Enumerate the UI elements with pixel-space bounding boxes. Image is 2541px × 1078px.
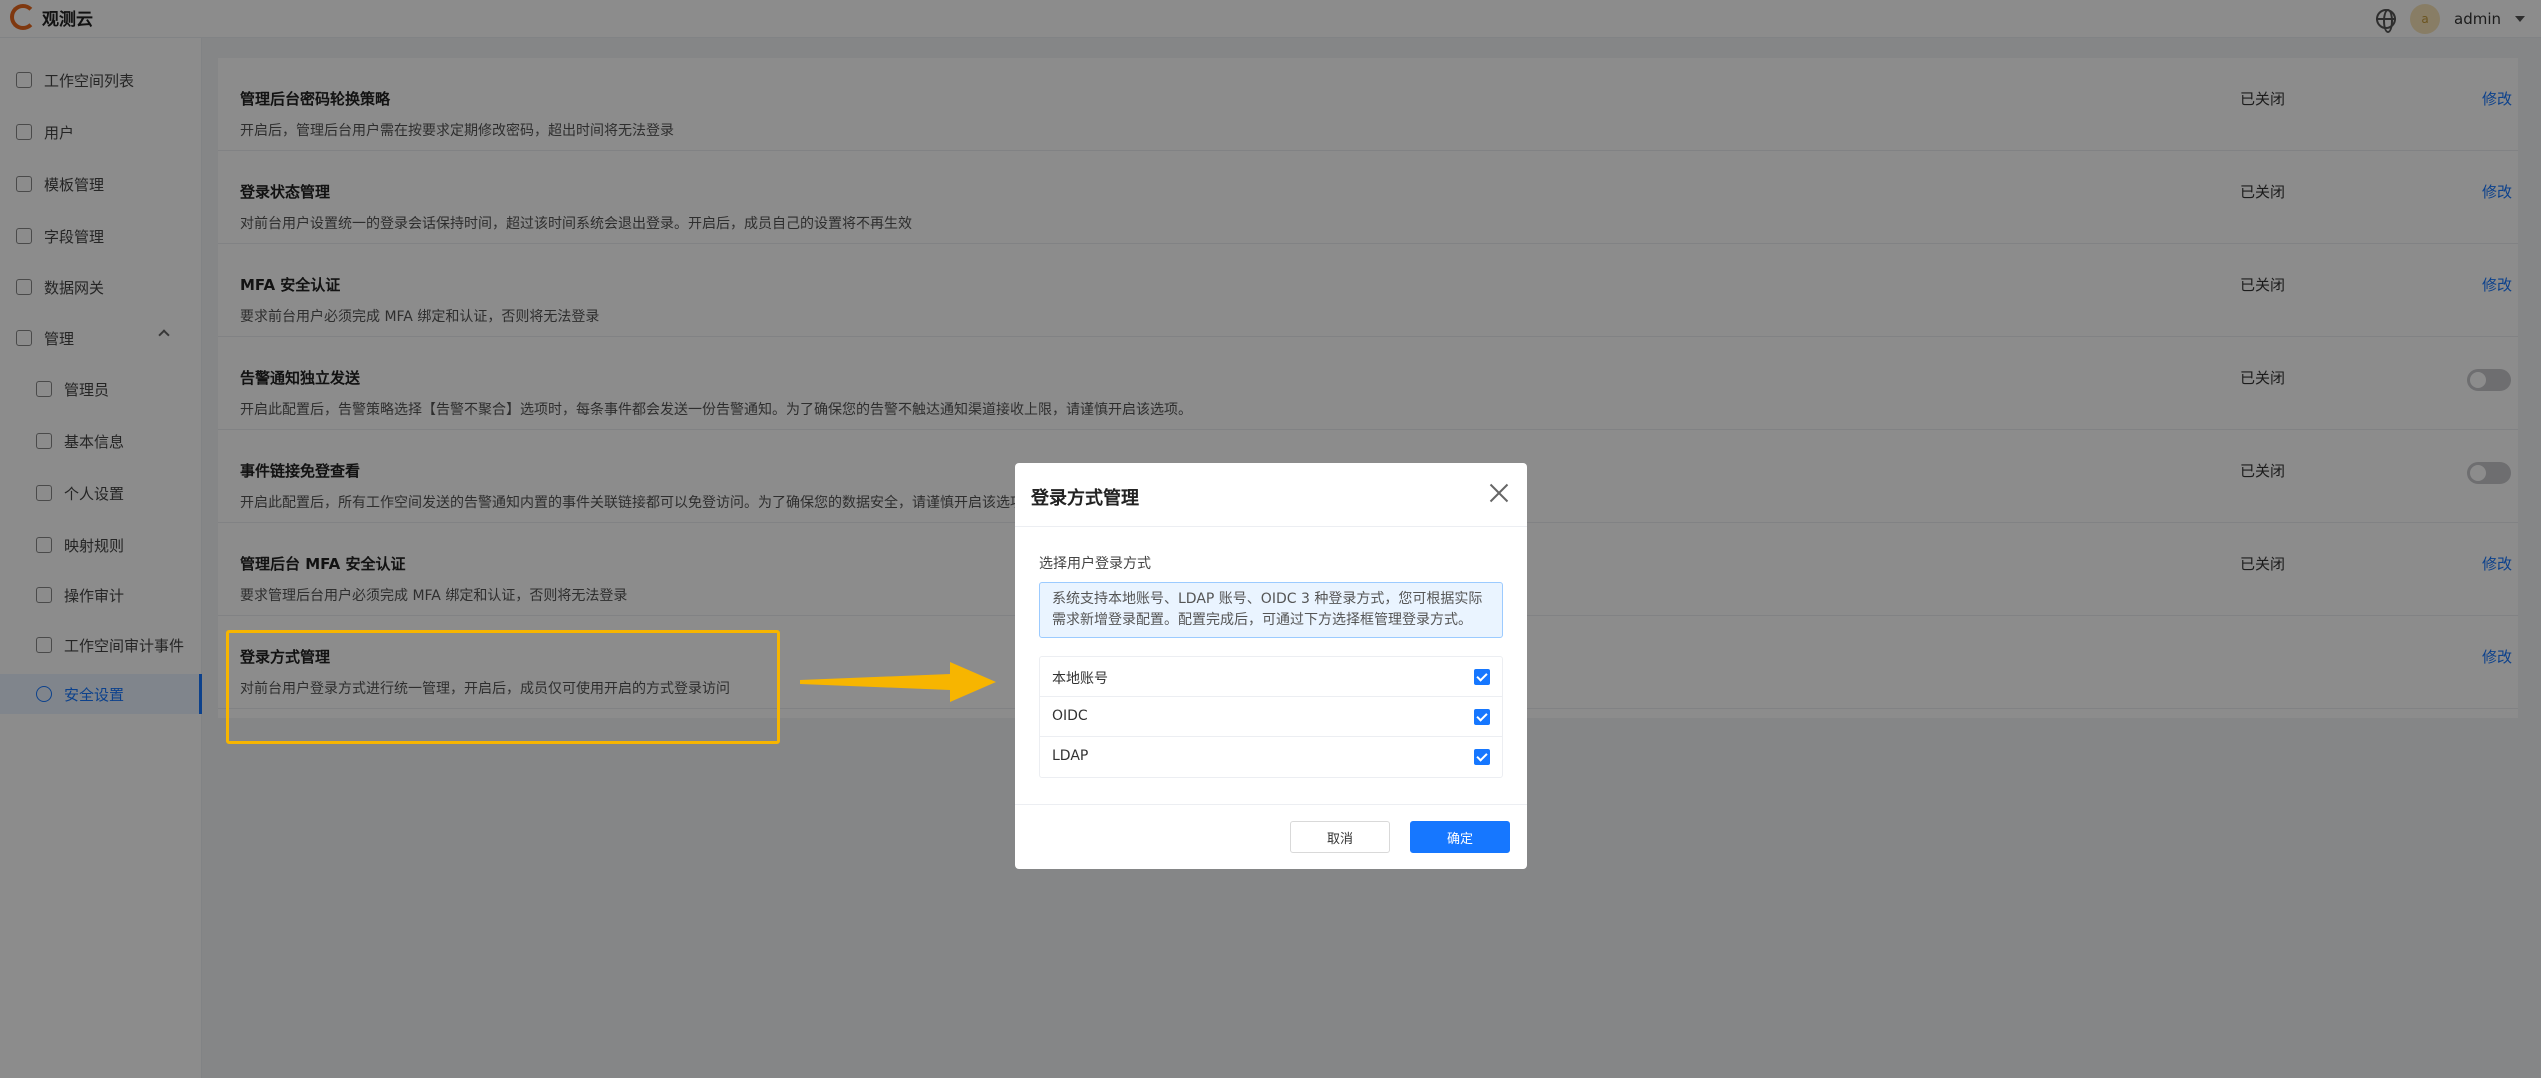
login-method-list: 本地账号 OIDC LDAP [1039, 656, 1503, 778]
confirm-button[interactable]: 确定 [1410, 821, 1510, 853]
info-text-line: 需求新增登录配置。配置完成后，可通过下方选择框管理登录方式。 [1052, 612, 1472, 628]
annotation-arrow-icon [800, 662, 996, 702]
modal-title: 登录方式管理 [1031, 488, 1139, 509]
checkbox-oidc[interactable] [1474, 709, 1490, 725]
modal-footer: 取消 确定 [1015, 804, 1527, 869]
cancel-button[interactable]: 取消 [1290, 821, 1390, 853]
list-item[interactable]: OIDC [1040, 697, 1502, 737]
list-item[interactable]: LDAP [1040, 737, 1502, 777]
info-text-line: 系统支持本地账号、LDAP 账号、OIDC 3 种登录方式，您可根据实际 [1052, 591, 1483, 607]
annotation-highlight-box [226, 630, 780, 744]
checkbox-local-account[interactable] [1474, 669, 1490, 685]
list-item[interactable]: 本地账号 [1040, 657, 1502, 697]
login-method-modal: 登录方式管理 选择用户登录方式 系统支持本地账号、LDAP 账号、OIDC 3 … [1015, 463, 1527, 869]
modal-header: 登录方式管理 [1015, 463, 1527, 527]
section-label: 选择用户登录方式 [1039, 556, 1151, 572]
close-icon[interactable] [1487, 481, 1511, 505]
option-label: 本地账号 [1052, 671, 1108, 687]
option-label: LDAP [1052, 748, 1089, 764]
info-alert: 系统支持本地账号、LDAP 账号、OIDC 3 种登录方式，您可根据实际 需求新… [1039, 582, 1503, 638]
option-label: OIDC [1052, 708, 1088, 724]
checkbox-ldap[interactable] [1474, 749, 1490, 765]
